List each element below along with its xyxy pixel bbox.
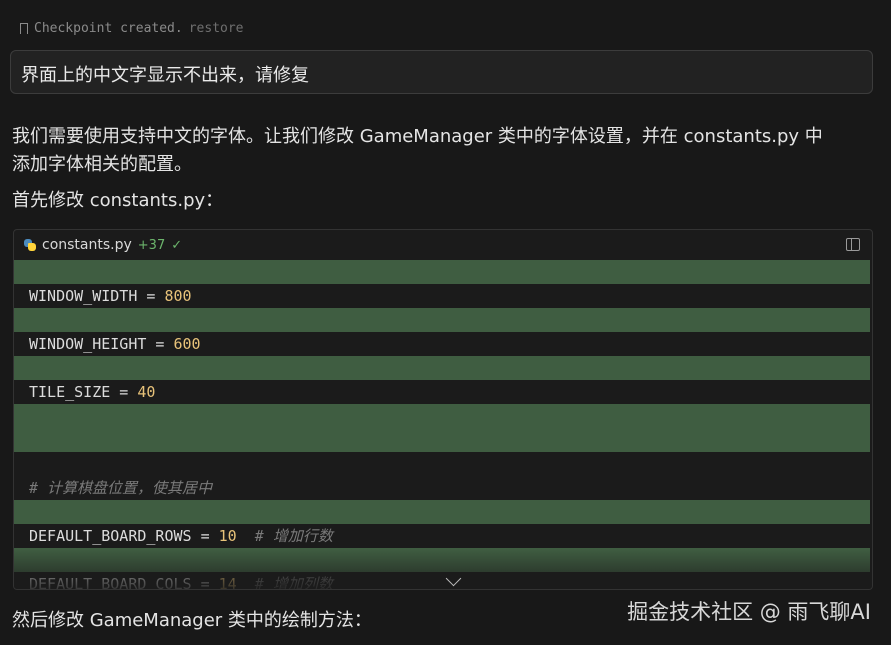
code-line-added [14, 404, 870, 428]
code-filename[interactable]: constants.py [42, 237, 132, 253]
watermark: 掘金技术社区 @ 雨飞聊AI [627, 600, 871, 624]
code-text: DEFAULT_BOARD_ROWS = [29, 527, 219, 545]
code-number: 600 [173, 335, 201, 353]
assistant-paragraph-2: 首先修改 constants.py： [12, 190, 224, 211]
bookmark-icon [20, 22, 28, 38]
code-line: WINDOW_WIDTH = 800 [14, 284, 872, 308]
code-text: WINDOW_WIDTH = [29, 287, 165, 305]
code-block-header: constants.py +37 ✓ [14, 230, 872, 260]
code-comment: # 增加行数 [254, 527, 333, 545]
code-line: TILE_SIZE = 40 [14, 380, 872, 404]
check-icon: ✓ [171, 237, 183, 253]
checkpoint-bar: Checkpoint created. restore [20, 18, 244, 38]
code-comment: # 计算棋盘位置，使其居中 [29, 479, 213, 497]
additions-count: +37 [137, 237, 166, 253]
code-number: 40 [137, 383, 156, 401]
assistant-paragraph-1-line-2: 添加字体相关的配置。 [12, 154, 192, 175]
code-line-added [14, 356, 870, 380]
python-file-icon [24, 239, 36, 251]
assistant-paragraph-1: 我们需要使用支持中文的字体。让我们修改 GameManager 类中的字体设置，… [12, 123, 872, 179]
code-line-added [14, 308, 870, 332]
code-line-added [14, 260, 870, 284]
restore-link[interactable]: restore [189, 21, 244, 36]
code-text: TILE_SIZE = [29, 383, 138, 401]
code-fade [14, 549, 872, 589]
code-line: DEFAULT_BOARD_ROWS = 10 # 增加行数 [14, 524, 872, 548]
code-body: WINDOW_WIDTH = 800 WINDOW_HEIGHT = 600 T… [14, 260, 872, 589]
code-line: # 计算棋盘位置，使其居中 [14, 476, 872, 500]
assistant-paragraph-1-line-1: 我们需要使用支持中文的字体。让我们修改 GameManager 类中的字体设置，… [12, 126, 823, 147]
code-number: 800 [164, 287, 192, 305]
checkpoint-text: Checkpoint created. [34, 20, 183, 36]
code-text: WINDOW_HEIGHT = [29, 335, 174, 353]
code-line: WINDOW_HEIGHT = 600 [14, 332, 872, 356]
code-number: 10 [218, 527, 237, 545]
user-message[interactable]: 界面上的中文字显示不出来，请修复 [10, 50, 873, 94]
code-line-added [14, 428, 870, 452]
open-in-panel-icon[interactable] [846, 238, 860, 251]
code-block: constants.py +37 ✓ WINDOW_WIDTH = 800 WI… [13, 229, 873, 590]
code-line-added [14, 500, 870, 524]
user-message-text: 界面上的中文字显示不出来，请修复 [21, 65, 309, 86]
